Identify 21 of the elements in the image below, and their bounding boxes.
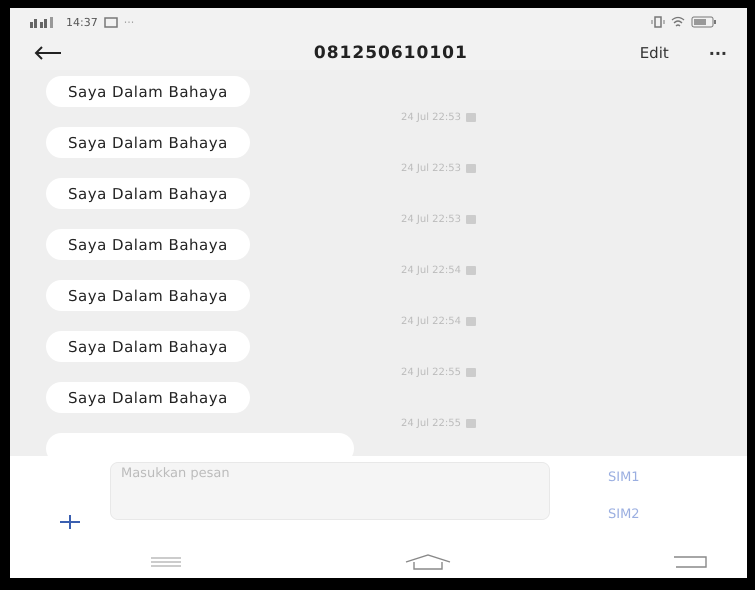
vibrate-icon: [651, 16, 665, 28]
status-time: 14:37: [66, 16, 98, 28]
battery-icon: [691, 16, 717, 28]
home-icon[interactable]: [404, 554, 450, 570]
message-bubble: Saya Dalam Bahaya: [46, 76, 250, 107]
message-bubble: Saya Dalam Bahaya: [46, 382, 250, 413]
back-icon[interactable]: [673, 555, 707, 569]
message-input[interactable]: Masukkan pesan: [110, 462, 550, 520]
more-notifications: ···: [124, 16, 134, 28]
more-menu[interactable]: ···: [708, 44, 727, 62]
back-arrow-icon[interactable]: [34, 46, 62, 60]
notification-icon: [104, 16, 118, 28]
message-bubble: Saya Dalam Bahaya: [46, 331, 250, 362]
message-bubble: Saya Dalam Bahaya: [46, 229, 250, 260]
menu-icon[interactable]: [150, 556, 182, 568]
contact-number: 081250610101: [312, 43, 469, 63]
message-bubble: Saya Dalam Bahaya: [46, 127, 250, 158]
message-bubble: Saya Dalam Bahaya: [46, 280, 250, 311]
message-bubble: Saya Dalam Bahaya: [46, 178, 250, 209]
edit-button[interactable]: Edit: [640, 44, 669, 62]
wifi-icon: [671, 16, 685, 28]
